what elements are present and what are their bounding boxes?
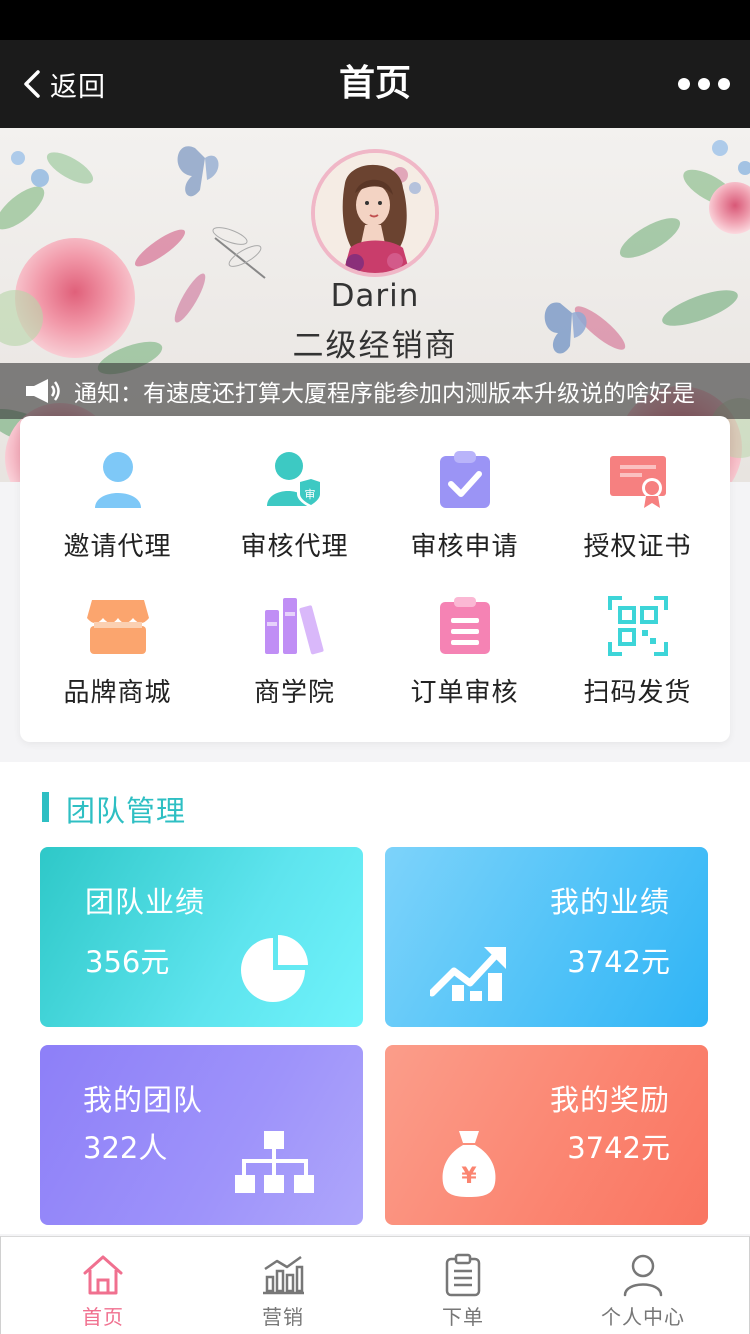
more-dot-icon: [698, 78, 710, 90]
notice-bar[interactable]: 通知：有速度还打算大厦程序能参加内测版本升级说的啥好是: [0, 363, 750, 419]
tab-personal-center[interactable]: 个人中心: [553, 1237, 733, 1334]
my-reward-card[interactable]: 我的奖励 3742元 ¥: [385, 1045, 708, 1225]
menu-item-review-application[interactable]: 审核申请: [376, 416, 553, 562]
page-title: 首页: [338, 63, 411, 104]
chevron-left-icon: [24, 70, 40, 98]
menu-item-label: 品牌商城: [63, 678, 172, 708]
avatar-portrait-icon: [315, 153, 435, 273]
pie-chart-icon: [241, 935, 308, 1002]
tab-home[interactable]: 首页: [13, 1237, 193, 1334]
user-level: 二级经销商: [292, 328, 458, 364]
section-accent-bar: [42, 792, 49, 822]
bottom-tab-bar: 首页 营销 下单 个人中心: [0, 1236, 750, 1334]
team-management-section: 团队管理 团队业绩 356元 我的业绩 3742元 我的团队 322人 我的奖励…: [0, 762, 750, 1234]
bar-chart-icon: [263, 1255, 304, 1295]
org-chart-icon: [235, 1131, 314, 1193]
shop-icon: [86, 594, 150, 658]
order-list-icon: [433, 594, 497, 658]
card-title: 我的业绩: [549, 885, 670, 919]
my-performance-card[interactable]: 我的业绩 3742元: [385, 847, 708, 1027]
books-icon: [263, 594, 327, 658]
clipboard-check-icon: [433, 448, 497, 512]
function-menu: 邀请代理 审 审核代理 审核申请 授权证书 品牌商城 商学院 订单审核 扫码发货: [20, 416, 730, 742]
trend-up-icon: [430, 947, 506, 1001]
svg-text:¥: ¥: [461, 1164, 477, 1189]
order-icon: [445, 1253, 481, 1297]
menu-item-review-agent[interactable]: 审 审核代理: [206, 416, 383, 562]
card-value: 3742元: [567, 1131, 670, 1165]
menu-item-label: 订单审核: [410, 678, 519, 708]
tab-place-order[interactable]: 下单: [373, 1237, 553, 1334]
menu-item-authorization-certificate[interactable]: 授权证书: [549, 416, 726, 562]
card-value: 322人: [83, 1131, 168, 1165]
menu-item-label: 审核申请: [410, 532, 519, 562]
certificate-icon: [606, 448, 670, 512]
status-bar: [0, 0, 750, 40]
menu-item-scan-ship[interactable]: 扫码发货: [549, 562, 726, 708]
more-dot-icon: [678, 78, 690, 90]
menu-item-business-school[interactable]: 商学院: [206, 562, 383, 708]
card-title: 团队业绩: [85, 885, 206, 919]
card-title: 我的奖励: [549, 1083, 670, 1117]
money-bag-icon: ¥: [442, 1131, 496, 1197]
person-icon: [86, 448, 150, 512]
menu-item-order-review[interactable]: 订单审核: [376, 562, 553, 708]
megaphone-icon: [26, 379, 60, 403]
tab-marketing[interactable]: 营销: [193, 1237, 373, 1334]
avatar[interactable]: [311, 149, 439, 277]
more-menu-button[interactable]: [678, 70, 730, 98]
tab-label: 首页: [82, 1305, 124, 1329]
user-name: Darin: [330, 278, 420, 314]
section-title: 团队管理: [66, 794, 187, 828]
menu-item-label: 邀请代理: [63, 532, 172, 562]
more-dot-icon: [718, 78, 730, 90]
card-title: 我的团队: [83, 1083, 204, 1117]
menu-item-label: 审核代理: [240, 532, 349, 562]
notice-text: 通知：有速度还打算大厦程序能参加内测版本升级说的啥好是: [74, 381, 695, 407]
team-performance-card[interactable]: 团队业绩 356元: [40, 847, 363, 1027]
person-shield-icon: 审: [263, 448, 327, 512]
menu-item-invite-agent[interactable]: 邀请代理: [29, 416, 206, 562]
menu-item-label: 授权证书: [583, 532, 692, 562]
tab-label: 营销: [262, 1305, 304, 1329]
back-button[interactable]: 返回: [22, 40, 106, 128]
back-label: 返回: [50, 71, 106, 103]
tab-label: 下单: [442, 1305, 484, 1329]
menu-item-label: 商学院: [253, 678, 335, 708]
qr-scan-icon: [606, 594, 670, 658]
nav-bar: 返回 首页: [0, 40, 750, 128]
user-icon: [623, 1254, 663, 1297]
my-team-card[interactable]: 我的团队 322人: [40, 1045, 363, 1225]
menu-item-label: 扫码发货: [583, 678, 692, 708]
tab-label: 个人中心: [601, 1305, 685, 1329]
card-value: 3742元: [567, 945, 670, 979]
card-value: 356元: [85, 945, 170, 979]
menu-item-brand-mall[interactable]: 品牌商城: [29, 562, 206, 708]
svg-text:审: 审: [304, 487, 315, 501]
home-icon: [83, 1255, 123, 1295]
